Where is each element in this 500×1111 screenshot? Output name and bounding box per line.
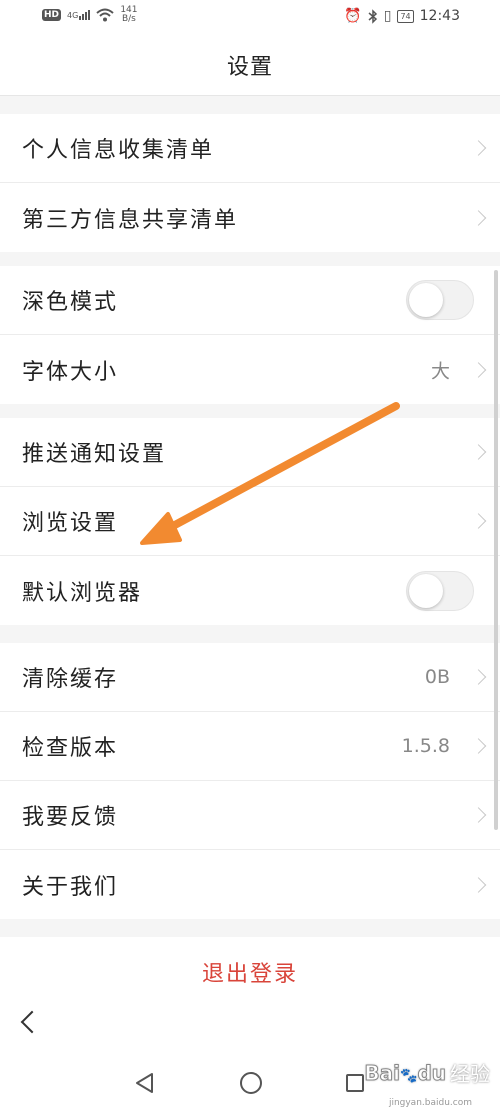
chevron-right-icon — [470, 513, 487, 529]
setting-label: 关于我们 — [22, 874, 119, 900]
network-type-label: 4G — [67, 11, 79, 20]
watermark-url: jingyan.baidu.com — [388, 1098, 472, 1108]
alarm-icon: ⏰ — [344, 8, 362, 24]
setting-label: 浏览设置 — [22, 511, 119, 536]
circle-home-icon[interactable] — [240, 1072, 262, 1094]
chevron-right-icon — [470, 444, 487, 460]
battery-icon: 74 — [397, 9, 414, 23]
setting-push-notifications[interactable]: 推送通知设置 — [0, 418, 500, 487]
title-bar: 设置 — [0, 34, 500, 96]
watermark-text: 经验 — [450, 1062, 490, 1086]
square-recent-icon[interactable] — [346, 1074, 364, 1092]
section-gap — [0, 404, 500, 418]
status-bar-right: ⏰ ▯ 74 12:43 — [344, 8, 460, 24]
bluetooth-icon — [368, 8, 377, 24]
chevron-right-icon — [470, 209, 487, 226]
settings-group-about: 清除缓存 0B 检查版本 1.5.8 我要反馈 关于我们 — [0, 643, 500, 919]
wifi-icon — [96, 8, 114, 22]
page-title: 设置 — [226, 54, 273, 80]
toggle-knob — [409, 283, 443, 317]
toggle-knob — [409, 573, 443, 608]
setting-third-party-share-list[interactable]: 第三方信息共享清单 — [0, 183, 500, 252]
setting-label: 我要反馈 — [22, 805, 119, 830]
setting-about-us[interactable]: 关于我们 — [0, 850, 500, 919]
network-speed: 141 B/s — [120, 6, 137, 24]
settings-group-privacy: 个人信息收集清单 第三方信息共享清单 — [0, 114, 500, 252]
scrollbar[interactable] — [494, 270, 498, 830]
setting-check-version[interactable]: 检查版本 1.5.8 — [0, 712, 500, 781]
setting-personal-info-list[interactable]: 个人信息收集清单 — [0, 114, 500, 183]
settings-group-display: 深色模式 字体大小 大 — [0, 266, 500, 404]
setting-browsing[interactable]: 浏览设置 — [0, 487, 500, 556]
setting-label: 字体大小 — [22, 359, 119, 385]
setting-dark-mode: 深色模式 — [0, 266, 500, 335]
setting-label: 推送通知设置 — [22, 442, 167, 467]
setting-default-browser: 默认浏览器 — [0, 556, 500, 625]
section-gap — [0, 252, 500, 266]
setting-label: 个人信息收集清单 — [22, 138, 215, 163]
setting-label: 默认浏览器 — [22, 580, 143, 606]
cache-size-value: 0B — [424, 666, 450, 688]
section-gap — [0, 96, 500, 114]
status-bar-left: HD 4G 141 B/s — [42, 6, 138, 24]
setting-label: 深色模式 — [22, 290, 119, 315]
chevron-right-icon — [470, 669, 487, 685]
hd-badge: HD — [42, 9, 62, 21]
font-size-value: 大 — [430, 360, 450, 382]
logout-label: 退出登录 — [201, 961, 298, 987]
baidu-jingyan-watermark: Bai🐾du 经验 jingyan.baidu.com — [364, 1058, 490, 1108]
chevron-right-icon — [470, 807, 487, 823]
watermark-logo: Bai🐾du — [364, 1060, 447, 1085]
setting-label: 第三方信息共享清单 — [22, 207, 239, 233]
back-chevron-icon[interactable] — [20, 1010, 44, 1034]
chevron-right-icon — [470, 738, 487, 754]
settings-group-browsing: 推送通知设置 浏览设置 默认浏览器 — [0, 418, 500, 625]
status-bar: HD 4G 141 B/s ⏰ ▯ 74 12:43 — [0, 0, 500, 34]
chevron-right-icon — [470, 876, 487, 893]
section-gap — [0, 919, 500, 937]
setting-clear-cache[interactable]: 清除缓存 0B — [0, 643, 500, 712]
clock: 12:43 — [419, 8, 460, 24]
chevron-right-icon — [470, 361, 487, 378]
vibrate-icon: ▯ — [383, 8, 392, 24]
setting-feedback[interactable]: 我要反馈 — [0, 781, 500, 850]
default-browser-toggle[interactable] — [406, 570, 474, 611]
triangle-back-icon[interactable] — [134, 1072, 156, 1094]
chevron-right-icon — [470, 140, 487, 156]
cellular-signal-icon: 4G — [67, 10, 91, 20]
setting-font-size[interactable]: 字体大小 大 — [0, 335, 500, 404]
settings-list: 个人信息收集清单 第三方信息共享清单 深色模式 字体大小 大 推送通知设置 浏览… — [0, 96, 500, 1007]
setting-label: 检查版本 — [22, 736, 119, 761]
section-gap — [0, 625, 500, 643]
dark-mode-toggle[interactable] — [406, 280, 474, 320]
version-value: 1.5.8 — [401, 735, 450, 757]
paw-icon: 🐾 — [399, 1067, 418, 1084]
network-speed-unit: B/s — [121, 14, 136, 24]
back-bar — [0, 994, 500, 1056]
setting-label: 清除缓存 — [22, 667, 119, 692]
